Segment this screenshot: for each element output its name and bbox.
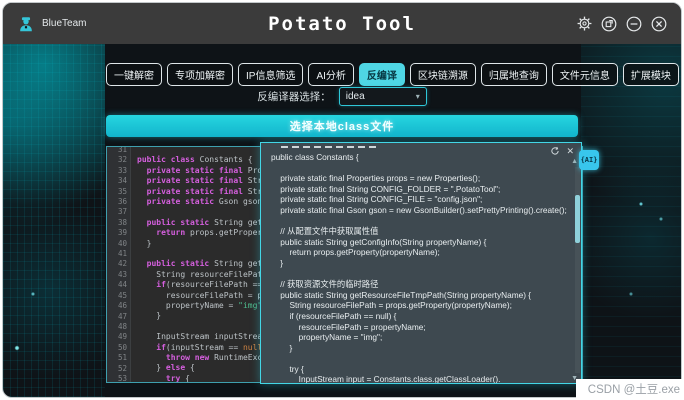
output-code-line: return props.getProperty(propertyName);	[271, 247, 573, 258]
output-code-line: public class Constants {	[271, 152, 573, 163]
scroll-up-arrow[interactable]: ▲	[571, 158, 578, 165]
output-scrollbar[interactable]	[575, 167, 580, 373]
output-code-line	[271, 269, 573, 280]
output-code-line: resourceFilePath = propertyName;	[271, 322, 573, 333]
chevron-down-icon: ▾	[416, 92, 420, 101]
output-code-line: propertyName = "img";	[271, 332, 573, 343]
titlebar: BlueTeam Potato Tool	[3, 3, 681, 44]
settings-gear-icon[interactable]	[577, 16, 592, 31]
tab-归属地查询[interactable]: 归属地查询	[481, 63, 547, 86]
brand: BlueTeam	[17, 15, 86, 33]
output-code-line: private static final Properties props = …	[271, 173, 573, 184]
maximize-icon[interactable]	[601, 16, 617, 32]
output-code-line: // 从配置文件中获取属性值	[271, 226, 573, 237]
tab-一键解密[interactable]: 一键解密	[106, 63, 162, 86]
window-controls	[577, 16, 667, 32]
output-close-icon[interactable]: ✕	[566, 147, 574, 156]
output-code-line	[271, 216, 573, 227]
tab-扩展模块[interactable]: 扩展模块	[623, 63, 679, 86]
tab-专项加解密[interactable]: 专项加解密	[167, 63, 233, 86]
output-code-line: InputStream input = Constants.class.getC…	[271, 374, 573, 383]
tab-文件元信息[interactable]: 文件元信息	[552, 63, 618, 86]
blueteam-agent-icon	[17, 15, 35, 33]
tab-AI分析[interactable]: AI分析	[308, 63, 353, 86]
brand-label: BlueTeam	[42, 18, 86, 29]
output-code-line: // 获取资源文件的临时路径	[271, 279, 573, 290]
close-icon[interactable]	[651, 16, 667, 32]
decompiler-selected-value: idea	[346, 91, 365, 102]
editor-gutter: 3132333435363738394041424344454647484950…	[107, 146, 131, 382]
tab-反编译[interactable]: 反编译	[359, 63, 405, 86]
clipped-line-fragment	[281, 146, 377, 148]
choose-class-file-button[interactable]: 选择本地class文件	[106, 115, 578, 137]
decompiler-row: 反编译器选择： idea ▾	[3, 87, 681, 106]
tab-IP信息筛选[interactable]: IP信息筛选	[238, 63, 303, 86]
output-code-line	[271, 163, 573, 174]
output-scrollbar-thumb[interactable]	[575, 195, 580, 243]
output-panel-controls: ✕	[550, 146, 574, 156]
decompiler-select[interactable]: idea ▾	[339, 87, 427, 106]
tab-区块链溯源[interactable]: 区块链溯源	[410, 63, 476, 86]
output-code-line: public static String getConfigInfo(Strin…	[271, 237, 573, 248]
output-code-line: private static final String CONFIG_FILE …	[271, 194, 573, 205]
output-code-line: private static final String CONFIG_FOLDE…	[271, 184, 573, 195]
app-window: BlueTeam Potato Tool	[2, 2, 682, 398]
refresh-icon[interactable]	[550, 146, 560, 156]
output-code-line: try {	[271, 364, 573, 375]
tab-list: 一键解密专项加解密IP信息筛选AI分析反编译区块链溯源归属地查询文件元信息扩展模…	[106, 63, 682, 86]
output-code-line: if (resourceFilePath == null) {	[271, 311, 573, 322]
output-code-line: String resourceFilePath = props.getPrope…	[271, 300, 573, 311]
output-code-line: public static String getResourceFileTmpP…	[271, 290, 573, 301]
output-code-line: }	[271, 258, 573, 269]
watermark: CSDN @土豆.exe	[576, 379, 684, 400]
decompiled-output-panel[interactable]: ✕ ▲ ▼ public class Constants { private s…	[260, 142, 582, 384]
output-code-line	[271, 353, 573, 364]
output-code-line: }	[271, 343, 573, 354]
ai-assist-button[interactable]: {AI}	[579, 150, 599, 170]
minimize-icon[interactable]	[626, 16, 642, 32]
decompiler-label: 反编译器选择：	[257, 89, 331, 104]
output-code-line: private static final Gson gson = new Gso…	[271, 205, 573, 216]
output-code: public class Constants { private static …	[261, 143, 581, 383]
